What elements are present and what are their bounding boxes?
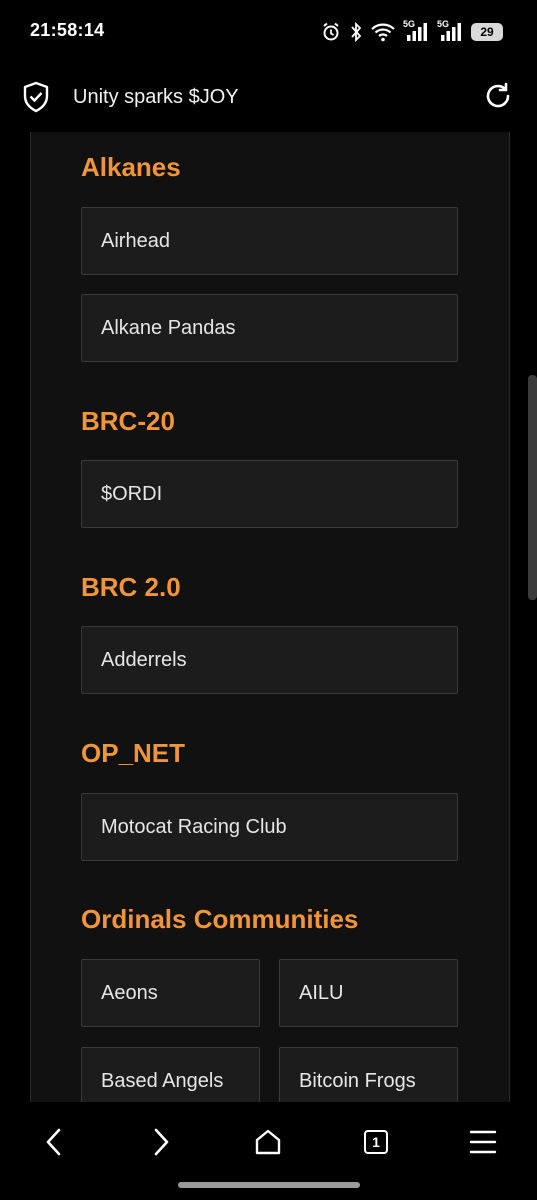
list-item[interactable]: Adderrels	[81, 626, 458, 694]
list-item-label: Alkane Pandas	[101, 316, 236, 339]
list-item[interactable]: Alkane Pandas	[81, 294, 458, 362]
section-title-alkanes: Alkanes	[81, 152, 181, 182]
list-item-label: Airhead	[101, 229, 170, 252]
list-item-label: Adderrels	[101, 648, 187, 671]
tab-count: 1	[364, 1130, 388, 1154]
page-title[interactable]: Unity sparks $JOY	[73, 86, 239, 109]
section-title-brc2: BRC 2.0	[81, 572, 181, 602]
home-indicator[interactable]	[178, 1182, 360, 1188]
network-label: 5G	[403, 19, 416, 29]
section-title-brc20: BRC-20	[81, 406, 175, 436]
bluetooth-icon	[349, 22, 363, 42]
wifi-icon	[371, 22, 395, 42]
shield-check-icon[interactable]	[22, 81, 50, 113]
grid-item-label: AILU	[299, 981, 344, 1004]
grid-item-label: Aeons	[101, 981, 158, 1004]
grid-item[interactable]: AILU	[279, 959, 458, 1027]
grid-item[interactable]: Bitcoin Frogs	[279, 1047, 458, 1102]
section-title-ordinals-communities: Ordinals Communities	[81, 904, 359, 934]
tabs-icon[interactable]: 1	[356, 1122, 396, 1162]
signal-5g-icon: 5G	[437, 19, 463, 43]
status-time: 21:58:14	[30, 20, 105, 40]
list-item[interactable]: Airhead	[81, 207, 458, 275]
browser-title-bar: Unity sparks $JOY	[0, 64, 537, 132]
scrollbar-thumb[interactable]	[528, 375, 537, 600]
list-item-label: $ORDI	[101, 482, 163, 505]
signal-5g-icon: 5G	[403, 19, 429, 43]
list-item[interactable]: Motocat Racing Club	[81, 793, 458, 861]
menu-icon[interactable]	[463, 1122, 503, 1162]
grid-item[interactable]: Based Angels	[81, 1047, 260, 1102]
list-item-label: Motocat Racing Club	[101, 815, 287, 838]
network-label: 5G	[437, 19, 450, 29]
list-item[interactable]: $ORDI	[81, 460, 458, 528]
alarm-icon	[321, 22, 341, 42]
section-title-opnet: OP_NET	[81, 738, 186, 768]
home-icon[interactable]	[248, 1122, 288, 1162]
forward-icon[interactable]	[141, 1122, 181, 1162]
grid-item-label: Based Angels	[101, 1069, 224, 1092]
grid-item[interactable]: Aeons	[81, 959, 260, 1027]
battery-indicator: 29	[471, 23, 503, 41]
status-icons: 5G 5G 29	[321, 18, 503, 46]
status-bar: 21:58:14 5G 5G 29	[0, 0, 537, 64]
main-content[interactable]: Alkanes Airhead Alkane Pandas BRC-20 $OR…	[30, 132, 510, 1102]
grid-item-label: Bitcoin Frogs	[299, 1069, 416, 1092]
back-icon[interactable]	[34, 1122, 74, 1162]
reload-icon[interactable]	[483, 81, 513, 111]
